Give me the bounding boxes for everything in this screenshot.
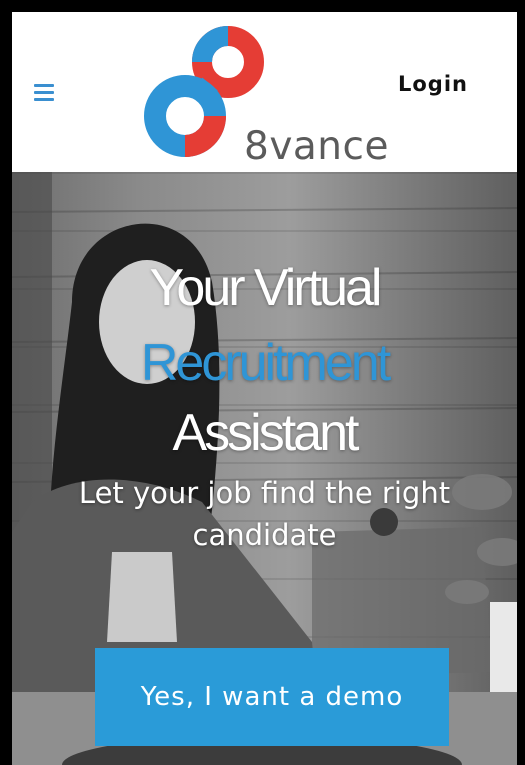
hero-title-line2: Recruitment	[140, 334, 391, 392]
login-link[interactable]: Login	[398, 72, 468, 96]
site-header: 8vance Login	[12, 12, 517, 172]
hamburger-menu-icon[interactable]	[34, 84, 58, 106]
mobile-screen: 8vance Login Your Virtual Recruitment As…	[12, 12, 517, 765]
hero-title-line1: Your Virtual	[149, 259, 383, 317]
hero-section: Your Virtual Recruitment Assistant Let y…	[12, 172, 517, 765]
device-frame: 8vance Login Your Virtual Recruitment As…	[0, 0, 525, 765]
hero-subtitle-line1: Let your job find the right	[78, 476, 451, 510]
logo-wordmark: 8vance	[244, 124, 389, 169]
request-demo-button[interactable]: Yes, I want a demo	[95, 648, 449, 746]
logo[interactable]: 8vance	[140, 24, 410, 172]
hero-subtitle-line2: candidate	[192, 518, 337, 552]
hero-title-line3: Assistant	[172, 404, 360, 462]
